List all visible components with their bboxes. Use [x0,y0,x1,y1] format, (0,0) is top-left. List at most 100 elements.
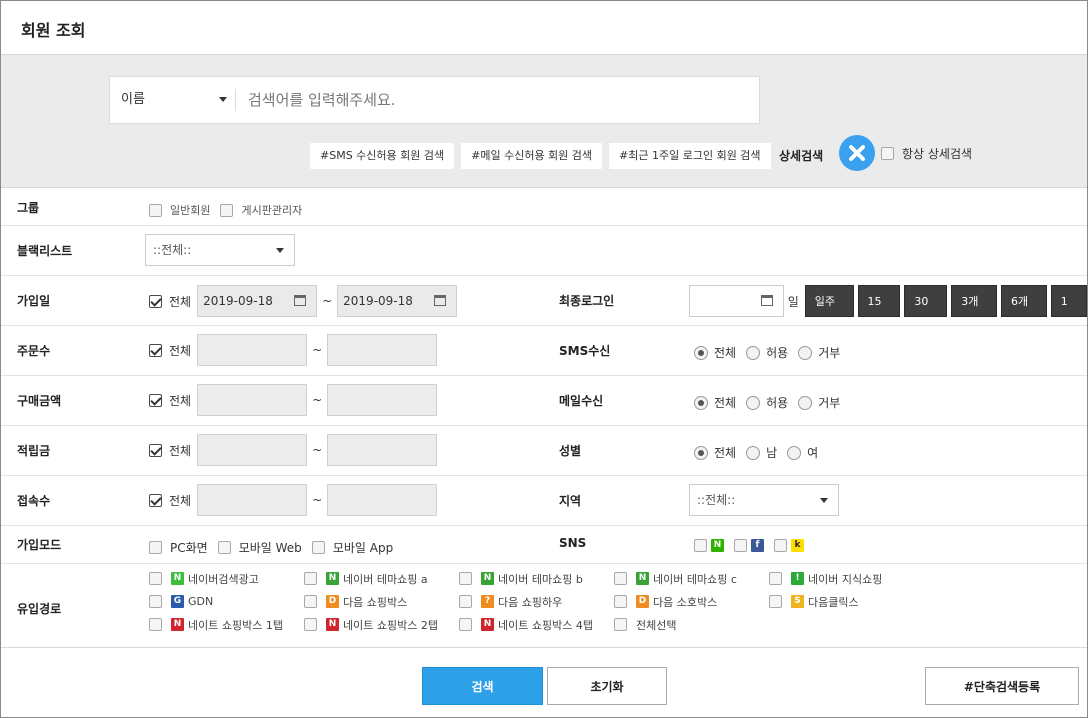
sms-radio-all[interactable] [694,345,708,360]
checkbox[interactable] [459,572,472,585]
checkbox[interactable] [149,572,162,585]
order-count-min[interactable] [197,334,308,366]
sns-naver-checkbox[interactable] [694,539,707,552]
period-button-15d[interactable]: 15일 [857,285,901,340]
join-date-all-checkbox[interactable] [149,294,162,308]
route-item[interactable]: D 다음 소호박스 [614,593,769,610]
purchase-amount-label: 구매금액 [17,394,62,408]
join-mode-mobile-web[interactable]: 모바일 Web [217,539,302,556]
group-option-board-admin[interactable]: 게시판관리자 [220,202,302,218]
checkbox[interactable] [459,595,472,608]
points-min[interactable] [197,434,308,466]
period-button-week[interactable]: 일주일 [804,285,854,340]
blacklist-label: 블랙리스트 [17,244,73,258]
gender-radio-male[interactable] [746,445,761,460]
save-shortcut-button[interactable]: #단축검색등록 [925,667,1079,705]
always-advanced-checkbox[interactable] [881,147,894,160]
route-item[interactable]: N 네이트 쇼핑박스 2탭 [304,616,459,633]
period-button-6m[interactable]: 6개월 [1001,285,1047,340]
order-count-all-checkbox[interactable] [149,343,162,357]
period-button-1y[interactable]: 1년 [1050,285,1087,340]
checkbox[interactable] [304,595,317,608]
checkbox[interactable] [614,618,627,631]
checkbox[interactable] [614,595,627,608]
points-all-checkbox[interactable] [149,443,162,457]
nate-2-icon: N [326,618,339,631]
checkbox[interactable] [217,541,231,554]
route-item[interactable]: N 네이버 테마쇼핑 b [459,570,614,587]
points-max[interactable] [327,434,438,466]
route-item-label: 네이버검색광고 [188,572,259,586]
checkbox[interactable] [149,618,162,631]
region-select[interactable]: ::전체:: [689,484,839,516]
email-radio-deny[interactable] [798,395,813,410]
route-item[interactable]: G GDN [149,593,304,610]
checkbox[interactable] [149,595,162,608]
sms-radio-deny[interactable] [798,345,813,360]
order-count-row: 주문수 전체 ~ SMS수신 전체 허용 거부 [1,326,1087,376]
blacklist-select[interactable]: ::전체:: [145,234,295,266]
visits-min[interactable] [197,484,308,516]
search-button[interactable]: 검색 [422,667,543,705]
checkbox[interactable] [614,572,627,585]
join-mode-mobile-app[interactable]: 모바일 App [311,539,393,556]
daum-box-icon: D [326,595,339,608]
sns-facebook-checkbox[interactable] [734,539,747,552]
calendar-icon[interactable] [294,295,307,306]
checkbox[interactable] [311,541,325,554]
search-type-value: 이름 [121,92,145,107]
email-radio-allow[interactable] [746,395,761,410]
sns-kakao-checkbox[interactable] [774,539,787,552]
quick-tag[interactable]: #SMS 수신허용 회원 검색 [310,143,455,169]
email-radio-all[interactable] [694,395,708,410]
quick-tag[interactable]: #메일 수신허용 회원 검색 [461,143,603,169]
visits-all-checkbox[interactable] [149,493,162,507]
checkbox[interactable] [220,203,234,217]
search-type-select[interactable]: 이름 [121,77,233,123]
checkbox[interactable] [769,572,782,585]
checkbox[interactable] [149,203,162,217]
route-item[interactable]: N 네이버 테마쇼핑 a [304,570,459,587]
gender-radio-female[interactable] [787,445,802,460]
advanced-toggle-button[interactable] [839,135,875,171]
route-item[interactable]: N 네이트 쇼핑박스 1탭 [149,616,304,633]
visits-max[interactable] [327,484,438,516]
purchase-all-checkbox[interactable] [149,393,162,407]
search-input[interactable] [248,77,748,123]
route-item[interactable]: N 네이버검색광고 [149,570,304,587]
purchase-min[interactable] [197,384,308,416]
join-date-from[interactable]: 2019-09-18 [197,285,318,317]
period-button-30d[interactable]: 30일 [904,285,948,340]
checkbox[interactable] [304,618,317,631]
checkbox[interactable] [459,618,472,631]
checkbox[interactable] [304,572,317,585]
checkbox[interactable] [769,595,782,608]
purchase-max[interactable] [327,384,438,416]
route-item[interactable]: N 네이버 테마쇼핑 c [614,570,769,587]
route-item-label: 네이버 지식쇼핑 [808,572,883,586]
reset-button[interactable]: 초기화 [547,667,667,705]
route-item[interactable]: ? 다음 쇼핑하우 [459,593,614,610]
quick-tag[interactable]: #최근 1주일 로그인 회원 검색 [609,143,771,169]
divider [235,89,236,111]
route-item-label: 다음 소호박스 [653,595,718,609]
join-date-to[interactable]: 2019-09-18 [337,285,458,317]
points-label: 적립금 [17,444,51,458]
join-mode-pc[interactable]: PC화면 [149,539,208,556]
route-item[interactable]: 전체선택 [614,616,769,633]
calendar-icon[interactable] [760,295,773,306]
route-item[interactable]: D 다음 쇼핑박스 [304,593,459,610]
route-item[interactable]: ! 네이버 지식쇼핑 [769,570,924,587]
route-item[interactable]: S 다음클릭스 [769,593,924,610]
facebook-icon: f [751,539,764,552]
last-login-input[interactable] [689,285,784,317]
order-count-max[interactable] [327,334,438,366]
calendar-icon[interactable] [434,295,447,306]
group-option-general[interactable]: 일반회원 [149,202,210,218]
checkbox[interactable] [149,541,162,554]
always-advanced-option[interactable]: 항상 상세검색 [881,145,972,162]
period-button-3m[interactable]: 3개월 [951,285,997,340]
route-item[interactable]: N 네이트 쇼핑박스 4탭 [459,616,614,633]
sms-radio-allow[interactable] [746,345,761,360]
gender-radio-all[interactable] [694,445,708,460]
